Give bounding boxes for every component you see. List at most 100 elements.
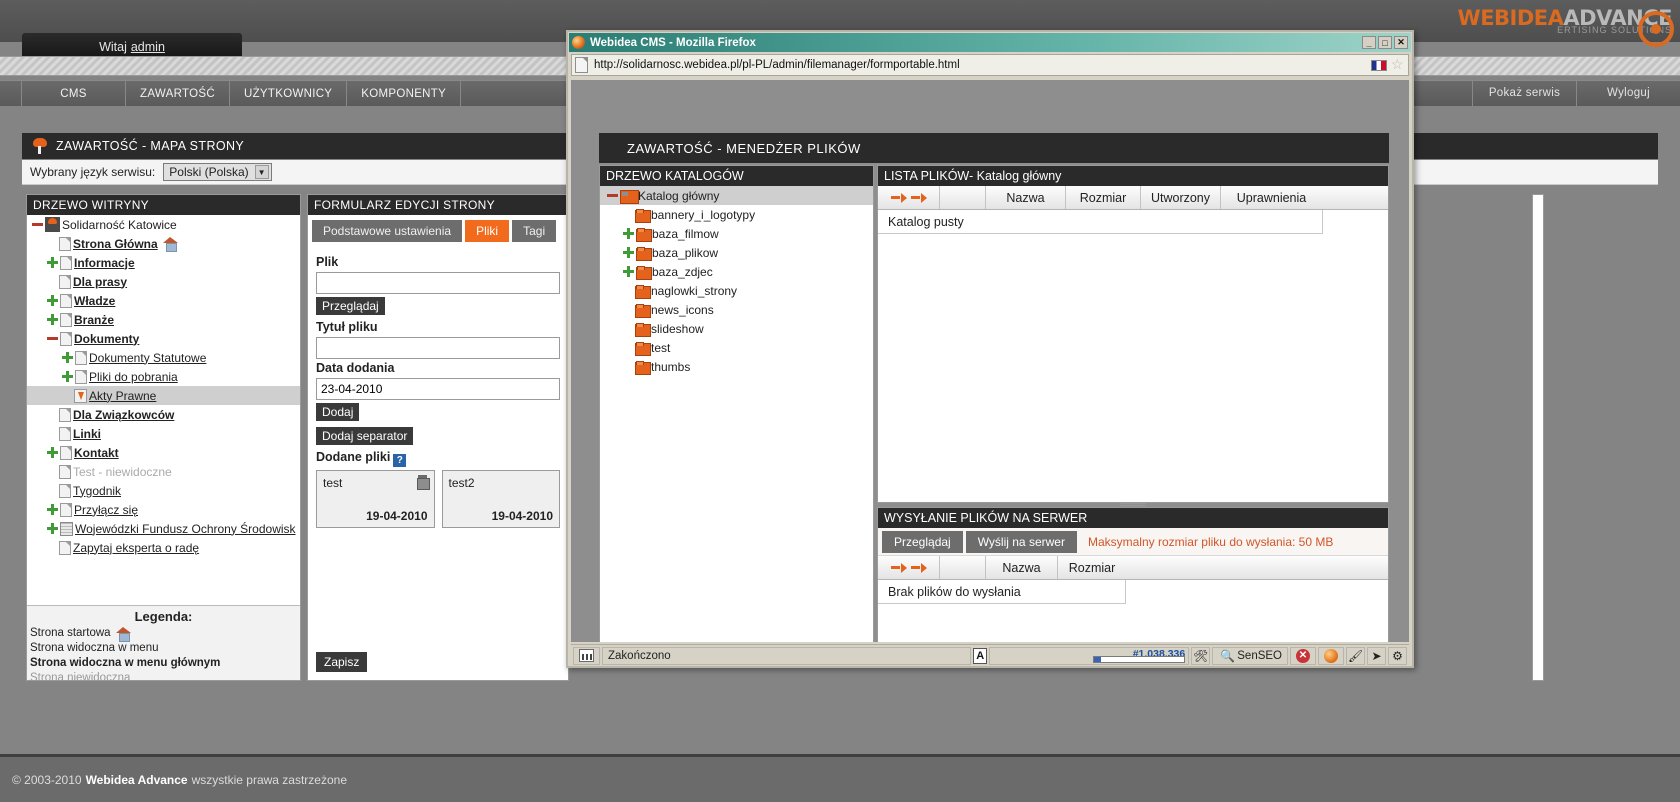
added-files-label: Dodane pliki? (316, 450, 560, 467)
upload-col-nazwa[interactable]: Nazwa (986, 556, 1058, 579)
directory-tree-node[interactable]: baza_plikow (600, 243, 873, 262)
add-separator-button[interactable]: Dodaj separator (316, 427, 414, 445)
expand-plus-icon[interactable] (622, 246, 635, 259)
site-tree-node[interactable]: Strona Główna (27, 234, 300, 253)
upload-col-blank[interactable] (940, 556, 986, 579)
site-tree-node[interactable]: Dla prasy (27, 272, 300, 291)
expand-plus-icon[interactable] (622, 265, 635, 278)
senseo-cell[interactable]: 🔍 SenSEO (1212, 646, 1288, 665)
upload-sort-cell[interactable] (878, 556, 940, 579)
site-tree-panel: DRZEWO WITRYNY Solidarność Katowice Stron… (26, 194, 301, 684)
directory-tree-node[interactable]: baza_filmow (600, 224, 873, 243)
upload-sort-asc-icon[interactable] (890, 562, 907, 573)
site-tree-node[interactable]: Przyłącz się (27, 500, 300, 519)
sort-desc-icon[interactable] (910, 192, 927, 203)
directory-tree-node[interactable]: news_icons (600, 300, 873, 319)
directory-tree-node[interactable]: thumbs (600, 357, 873, 376)
col-utworzony[interactable]: Utworzony (1141, 186, 1221, 209)
site-tree-node[interactable]: Informacje (27, 253, 300, 272)
save-button[interactable]: Zapisz (316, 652, 368, 672)
close-button[interactable]: ✕ (1394, 36, 1408, 49)
resize-grip[interactable] (1120, 502, 1146, 508)
block-icon-cell[interactable]: ✕ (1290, 646, 1316, 665)
menu-item-wyloguj[interactable]: Wyloguj (1576, 80, 1680, 106)
site-tree-node[interactable]: Pliki do pobrania (27, 367, 300, 386)
browse-button[interactable]: Przeglądaj (316, 297, 385, 315)
date-added-input[interactable] (316, 378, 560, 400)
firefox-titlebar[interactable]: Webidea CMS - Mozilla Firefox _ □ ✕ (569, 33, 1411, 52)
maximize-button[interactable]: □ (1378, 36, 1392, 49)
site-tree-node[interactable]: Branże (27, 310, 300, 329)
menu-item-uzytkownicy[interactable]: UŻYTKOWNICY (230, 81, 348, 107)
site-tree-node[interactable]: Kontakt (27, 443, 300, 462)
upload-col-rozmiar[interactable]: Rozmiar (1058, 556, 1126, 579)
menu-item-zawartosc[interactable]: ZAWARTOŚĆ (126, 81, 230, 107)
added-file-card[interactable]: test2 19-04-2010 (441, 470, 560, 528)
file-title-input[interactable] (316, 337, 560, 359)
col-uprawnienia[interactable]: Uprawnienia (1221, 186, 1322, 209)
col-nazwa[interactable]: Nazwa (986, 186, 1066, 209)
site-tree-node[interactable]: Linki (27, 424, 300, 443)
expand-plus-icon[interactable] (46, 313, 59, 326)
welcome-username[interactable]: admin (131, 40, 165, 54)
cursor-icon[interactable]: ➤ (1367, 646, 1386, 665)
expand-plus-icon[interactable] (46, 522, 59, 535)
expand-plus-icon[interactable] (46, 256, 59, 269)
directory-tree-node[interactable]: slideshow (600, 319, 873, 338)
paint-icon[interactable]: 🖌 (1346, 646, 1365, 665)
menu-item-cms[interactable]: CMS (22, 81, 126, 107)
site-tree-node[interactable]: Zapytaj eksperta o radę (27, 538, 300, 557)
directory-tree-node[interactable]: naglowki_strony (600, 281, 873, 300)
tools-icon[interactable]: 🛠 (1191, 646, 1211, 665)
tab-pliki[interactable]: Pliki (465, 220, 510, 242)
sort-asc-icon[interactable] (890, 192, 907, 203)
delete-icon[interactable] (416, 475, 430, 490)
site-tree-node[interactable]: Dla Związkowców (27, 405, 300, 424)
expand-plus-icon[interactable] (46, 446, 59, 459)
document-icon (60, 445, 72, 460)
directory-tree-node[interactable]: baza_zdjec (600, 262, 873, 281)
collapse-minus-icon[interactable] (606, 189, 619, 202)
site-tree-node[interactable]: Tygodnik (27, 481, 300, 500)
expand-plus-icon[interactable] (622, 227, 635, 240)
firefox-icon-cell[interactable] (1318, 646, 1344, 665)
flag-icon[interactable] (1371, 59, 1387, 71)
help-icon[interactable]: ? (393, 454, 407, 467)
expand-plus-icon[interactable] (46, 503, 59, 516)
collapse-minus-icon[interactable] (46, 332, 59, 345)
site-tree-node[interactable]: Wojewódzki Fundusz Ochrony Środowisk (27, 519, 300, 538)
menu-item-komponenty[interactable]: KOMPONENTY (347, 81, 462, 107)
gear-icon[interactable]: ⚙ (1388, 646, 1407, 665)
menu-item-pokaz-serwis[interactable]: Pokaż serwis (1472, 80, 1576, 106)
minimize-button[interactable]: _ (1362, 36, 1376, 49)
added-file-card[interactable]: test 19-04-2010 (316, 470, 435, 528)
site-tree-node[interactable]: Akty Prawne (27, 386, 300, 405)
language-select[interactable]: Polski (Polska) ▼ (163, 163, 272, 181)
upload-sort-desc-icon[interactable] (910, 562, 927, 573)
directory-tree-node[interactable]: Katalog główny (600, 186, 873, 205)
col-rozmiar[interactable]: Rozmiar (1066, 186, 1141, 209)
collapse-minus-icon[interactable] (31, 218, 44, 231)
upload-browse-button[interactable]: Przeglądaj (882, 530, 963, 553)
site-tree-node[interactable]: Test - niewidoczne (27, 462, 300, 481)
directory-tree-node[interactable]: bannery_i_logotypy (600, 205, 873, 224)
expand-plus-icon[interactable] (61, 370, 74, 383)
bookmark-star-icon[interactable]: ☆ (1391, 57, 1405, 72)
expand-plus-icon[interactable] (46, 294, 59, 307)
sort-icons-cell[interactable] (878, 186, 940, 209)
site-tree-node[interactable]: Solidarność Katowice (27, 215, 300, 234)
pagerank-widget[interactable]: #1,038,336 (989, 646, 1190, 665)
tab-podstawowe-ustawienia[interactable]: Podstawowe ustawienia (312, 220, 463, 242)
site-tree-node[interactable]: Władze (27, 291, 300, 310)
stats-icon-cell[interactable] (573, 646, 600, 665)
upload-send-button[interactable]: Wyślij na serwer (965, 530, 1077, 553)
address-bar[interactable]: http://solidarnosc.webidea.pl/pl-PL/admi… (571, 54, 1409, 76)
col-blank[interactable] (940, 186, 986, 209)
site-tree-node[interactable]: Dokumenty (27, 329, 300, 348)
site-tree-node[interactable]: Dokumenty Statutowe (27, 348, 300, 367)
tab-tagi[interactable]: Tagi (512, 220, 557, 242)
expand-plus-icon[interactable] (61, 351, 74, 364)
add-button[interactable]: Dodaj (316, 403, 360, 421)
file-input[interactable] (316, 272, 560, 294)
directory-tree-node[interactable]: test (600, 338, 873, 357)
